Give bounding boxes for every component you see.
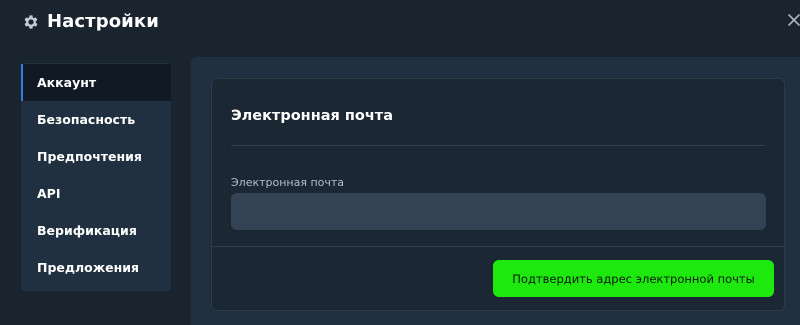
sidebar-item-label: Безопасность: [37, 112, 136, 127]
gear-icon: [22, 13, 40, 31]
email-card-title: Электронная почта: [231, 108, 393, 124]
modal-header: Настройки: [0, 0, 800, 46]
divider: [231, 145, 765, 146]
sidebar-item-label: Предложения: [37, 260, 140, 275]
close-button[interactable]: [786, 12, 800, 32]
sidebar-item-label: Верификация: [37, 223, 137, 238]
page-title: Настройки: [47, 11, 159, 32]
sidebar-item-label: Аккаунт: [37, 75, 97, 90]
email-field-label: Электронная почта: [231, 176, 345, 189]
sidebar-item-preferences[interactable]: Предпочтения: [21, 138, 171, 175]
sidebar-item-security[interactable]: Безопасность: [21, 101, 171, 138]
sidebar-item-label: Предпочтения: [37, 149, 142, 164]
email-field[interactable]: [231, 193, 766, 230]
sidebar-item-api[interactable]: API: [21, 175, 171, 212]
close-icon: [786, 12, 800, 32]
email-card: Электронная почта Электронная почта Подт…: [211, 78, 785, 311]
settings-content: Электронная почта Электронная почта Подт…: [191, 57, 800, 325]
settings-modal: Настройки Аккаунт Безопасность Предпочте…: [0, 0, 800, 325]
sidebar-item-label: API: [37, 186, 61, 201]
title-group: Настройки: [22, 11, 159, 32]
settings-sidebar: Аккаунт Безопасность Предпочтения API Ве…: [21, 63, 171, 291]
sidebar-item-verification[interactable]: Верификация: [21, 212, 171, 249]
confirm-email-button[interactable]: Подтвердить адрес электронной почты: [493, 260, 774, 297]
sidebar-item-offers[interactable]: Предложения: [21, 249, 171, 286]
sidebar-item-account[interactable]: Аккаунт: [21, 64, 171, 101]
divider: [212, 246, 784, 247]
